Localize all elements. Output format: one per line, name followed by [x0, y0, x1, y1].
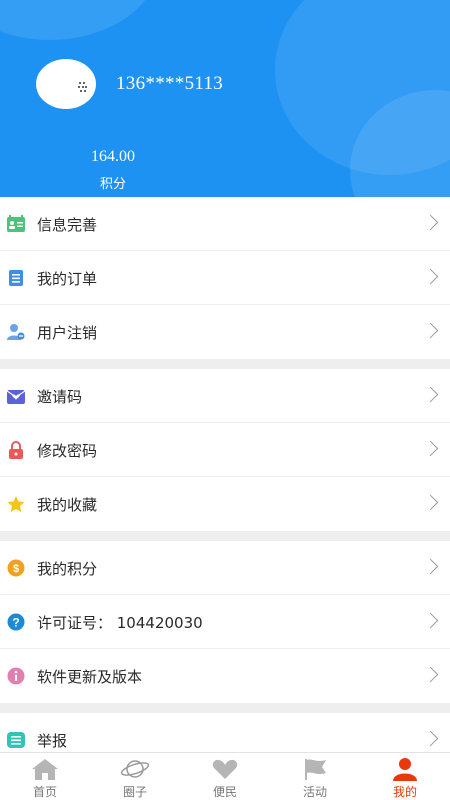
- tab-label: 活动: [302, 785, 327, 799]
- menu-item-label: 软件更新及版本: [37, 668, 143, 686]
- chevron-right-icon: [422, 214, 439, 231]
- lock-icon: [9, 441, 23, 459]
- user-cancel-icon: [7, 324, 25, 340]
- menu-item-user-cancel[interactable]: 用户注销: [0, 305, 450, 359]
- report-icon: [7, 732, 25, 748]
- menu-item-label: 修改密码: [37, 442, 98, 460]
- menu-item-invite-code[interactable]: 邀请码: [0, 369, 450, 423]
- section-divider: [0, 703, 450, 713]
- profile-header: 136****5113 164.00 积分: [0, 0, 450, 197]
- tab-activity[interactable]: 活动: [270, 753, 360, 800]
- chevron-right-icon: [422, 386, 439, 403]
- person-icon: [393, 758, 417, 781]
- user-phone: 136****5113: [116, 73, 224, 94]
- tab-label: 首页: [32, 785, 57, 799]
- menu-item-label: 信息完善: [37, 216, 98, 234]
- menu-item-update-version[interactable]: 软件更新及版本: [0, 649, 450, 703]
- tab-home[interactable]: 首页: [0, 753, 90, 800]
- menu-item-label: 许可证号： 104420030: [37, 614, 203, 632]
- menu-item-label: 邀请码: [37, 388, 83, 406]
- tab-label: 便民: [212, 785, 237, 799]
- menu-item-favorites[interactable]: 我的收藏: [0, 477, 450, 531]
- home-icon: [32, 759, 58, 780]
- points-value[interactable]: 164.00: [83, 148, 143, 166]
- settings-menu: 信息完善 我的订单 用户注销 邀请码 修改密码 我的收藏 $ 我的积分 ? 许可…: [0, 197, 450, 767]
- flag-icon: [305, 759, 326, 780]
- chevron-right-icon: [422, 440, 439, 457]
- tab-circle[interactable]: 圈子: [90, 753, 180, 800]
- heart-icon: [212, 759, 238, 779]
- points-label[interactable]: 积分: [83, 173, 143, 192]
- svg-text:$: $: [13, 563, 19, 575]
- svg-text:?: ?: [12, 616, 19, 630]
- chevron-right-icon: [422, 666, 439, 683]
- tab-mine[interactable]: 我的: [360, 753, 450, 800]
- menu-item-my-points[interactable]: $ 我的积分: [0, 541, 450, 595]
- info-icon: [7, 667, 25, 685]
- order-list-icon: [9, 270, 23, 286]
- profile-card-icon: [7, 215, 25, 232]
- avatar[interactable]: [36, 59, 96, 109]
- menu-item-my-orders[interactable]: 我的订单: [0, 251, 450, 305]
- bottom-tab-bar: 首页 圈子 便民 活动 我的: [0, 752, 450, 800]
- chevron-right-icon: [422, 558, 439, 575]
- tab-label: 我的: [392, 785, 417, 799]
- star-icon: [7, 496, 25, 512]
- chevron-right-icon: [422, 730, 439, 747]
- question-icon: ?: [7, 613, 25, 631]
- menu-item-label: 举报: [37, 732, 68, 750]
- chevron-right-icon: [422, 612, 439, 629]
- envelope-heart-icon: [6, 390, 26, 404]
- coin-icon: $: [7, 559, 25, 577]
- section-divider: [0, 359, 450, 369]
- avatar-placeholder-icon: [78, 81, 88, 95]
- chevron-right-icon: [422, 268, 439, 285]
- menu-item-label: 我的积分: [37, 560, 98, 578]
- section-divider: [0, 531, 450, 541]
- menu-item-label: 我的订单: [37, 270, 98, 288]
- tab-label: 圈子: [122, 785, 147, 799]
- planet-icon: [120, 760, 150, 778]
- chevron-right-icon: [422, 322, 439, 339]
- menu-item-label: 我的收藏: [37, 496, 98, 514]
- header-decoration: [0, 0, 160, 40]
- menu-item-change-password[interactable]: 修改密码: [0, 423, 450, 477]
- menu-item-license[interactable]: ? 许可证号： 104420030: [0, 595, 450, 649]
- menu-item-label: 用户注销: [37, 324, 98, 342]
- chevron-right-icon: [422, 494, 439, 511]
- menu-item-info-complete[interactable]: 信息完善: [0, 197, 450, 251]
- tab-convenience[interactable]: 便民: [180, 753, 270, 800]
